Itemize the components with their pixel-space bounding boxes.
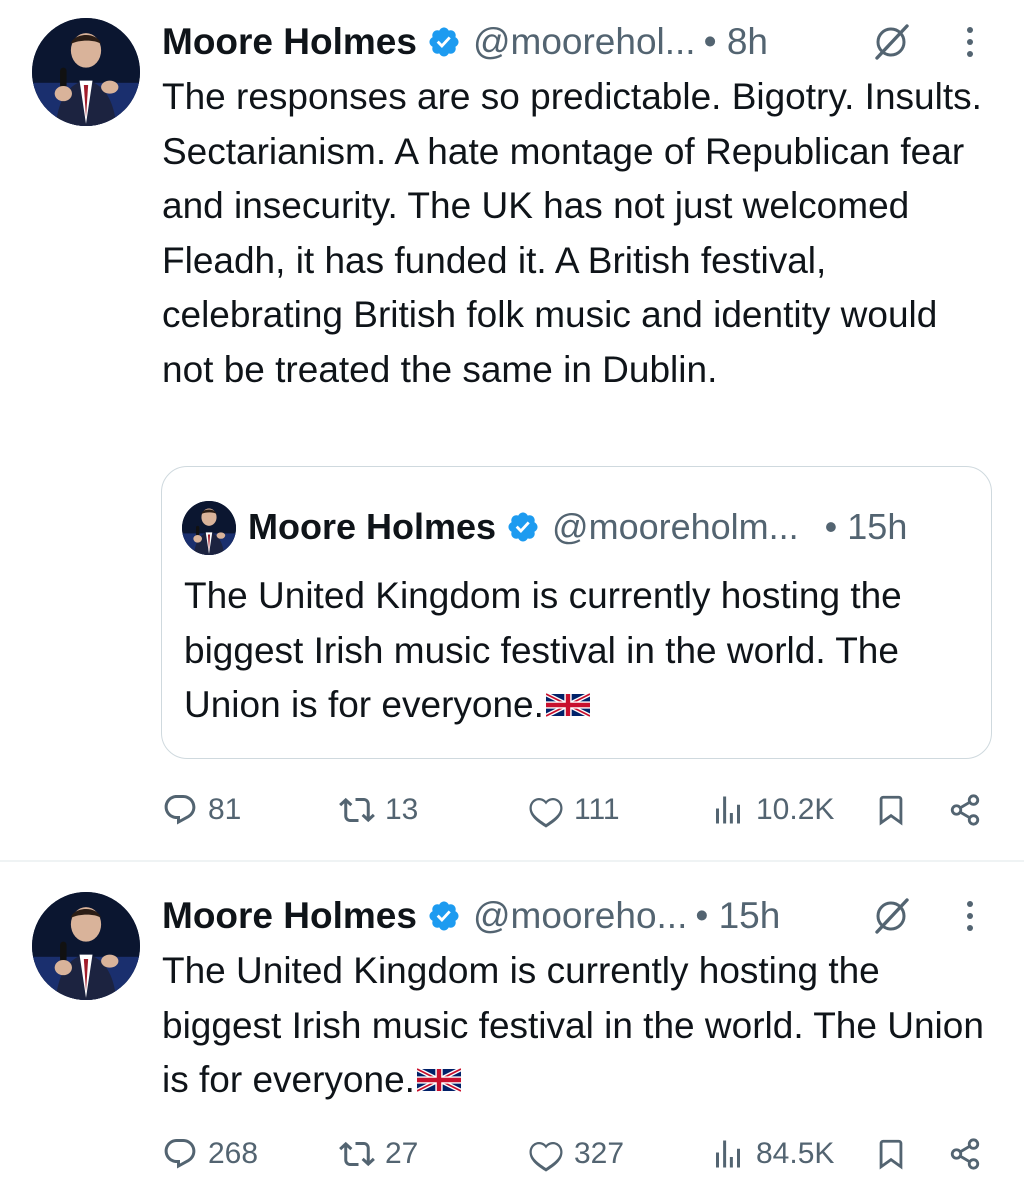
flag-united-kingdom-icon	[546, 691, 590, 719]
quoted-tweet[interactable]: Moore Holmes @mooreholm... • 15h The Uni…	[161, 466, 992, 759]
more-options-icon[interactable]	[958, 22, 982, 62]
tweet-header: Moore Holmes @mooreho... • 15h	[162, 890, 780, 942]
like-button[interactable]: 327	[528, 1129, 624, 1179]
views-count: 84.5K	[756, 1137, 835, 1170]
author-handle[interactable]: @mooreho...	[473, 895, 687, 937]
grok-icon[interactable]	[871, 22, 911, 62]
tweet-text: The United Kingdom is currently hosting …	[162, 944, 992, 1108]
verified-badge-icon	[427, 899, 461, 933]
grok-icon[interactable]	[871, 896, 911, 936]
views-icon	[710, 792, 746, 828]
like-count: 327	[574, 1137, 625, 1170]
flag-united-kingdom-icon	[417, 1066, 461, 1094]
reply-count: 81	[208, 793, 242, 826]
reply-button[interactable]: 268	[162, 1129, 258, 1179]
tweet-actions: 268 27 327 84.5K	[162, 1129, 1002, 1179]
verified-badge-icon	[506, 510, 540, 544]
share-icon	[948, 1135, 982, 1173]
like-icon	[528, 1136, 564, 1172]
avatar	[182, 501, 236, 555]
timestamp: • 15h	[824, 506, 908, 547]
tweet[interactable]: Moore Holmes @moorehol... • 8h The respo…	[0, 0, 1024, 860]
reply-icon	[162, 1136, 198, 1172]
bookmark-button[interactable]	[874, 1129, 908, 1179]
reply-button[interactable]: 81	[162, 785, 241, 835]
avatar[interactable]	[32, 892, 140, 1000]
reply-icon	[162, 792, 198, 828]
like-button[interactable]: 111	[528, 785, 620, 835]
views-count: 10.2K	[756, 793, 835, 826]
views-button[interactable]: 84.5K	[710, 1129, 834, 1179]
views-icon	[710, 1136, 746, 1172]
tweet-actions: 81 13 111 10.2K	[162, 785, 1002, 835]
tweet[interactable]: Moore Holmes @mooreho... • 15h The Unite…	[0, 862, 1024, 1200]
verified-badge-icon	[427, 25, 461, 59]
author-handle: @mooreholm...	[552, 506, 799, 547]
repost-icon	[339, 1136, 375, 1172]
author-name[interactable]: Moore Holmes	[162, 895, 417, 937]
quoted-tweet-text: The United Kingdom is currently hosting …	[184, 569, 984, 733]
reply-count: 268	[208, 1137, 259, 1170]
author-name[interactable]: Moore Holmes	[162, 21, 417, 63]
repost-button[interactable]: 27	[339, 1129, 418, 1179]
tweet-header: Moore Holmes @moorehol... • 8h	[162, 16, 768, 68]
timestamp[interactable]: • 15h	[695, 895, 780, 937]
quoted-tweet-text-content: The United Kingdom is currently hosting …	[184, 575, 902, 725]
author-name: Moore Holmes	[248, 506, 497, 547]
more-options-icon[interactable]	[958, 896, 982, 936]
repost-count: 27	[385, 1137, 419, 1170]
bookmark-icon	[874, 1135, 908, 1173]
repost-count: 13	[385, 793, 419, 826]
like-count: 111	[574, 793, 620, 826]
tweet-text-content: The United Kingdom is currently hosting …	[162, 950, 984, 1100]
quoted-tweet-header: Moore Holmes @mooreholm... • 15h	[248, 503, 907, 551]
share-icon	[948, 791, 982, 829]
like-icon	[528, 792, 564, 828]
views-button[interactable]: 10.2K	[710, 785, 834, 835]
share-button[interactable]	[948, 785, 982, 835]
bookmark-icon	[874, 791, 908, 829]
repost-button[interactable]: 13	[339, 785, 418, 835]
author-handle[interactable]: @moorehol...	[473, 21, 696, 63]
avatar[interactable]	[32, 18, 140, 126]
share-button[interactable]	[948, 1129, 982, 1179]
timestamp[interactable]: • 8h	[704, 21, 768, 63]
repost-icon	[339, 792, 375, 828]
bookmark-button[interactable]	[874, 785, 908, 835]
tweet-text: The responses are so predictable. Bigotr…	[162, 76, 982, 390]
